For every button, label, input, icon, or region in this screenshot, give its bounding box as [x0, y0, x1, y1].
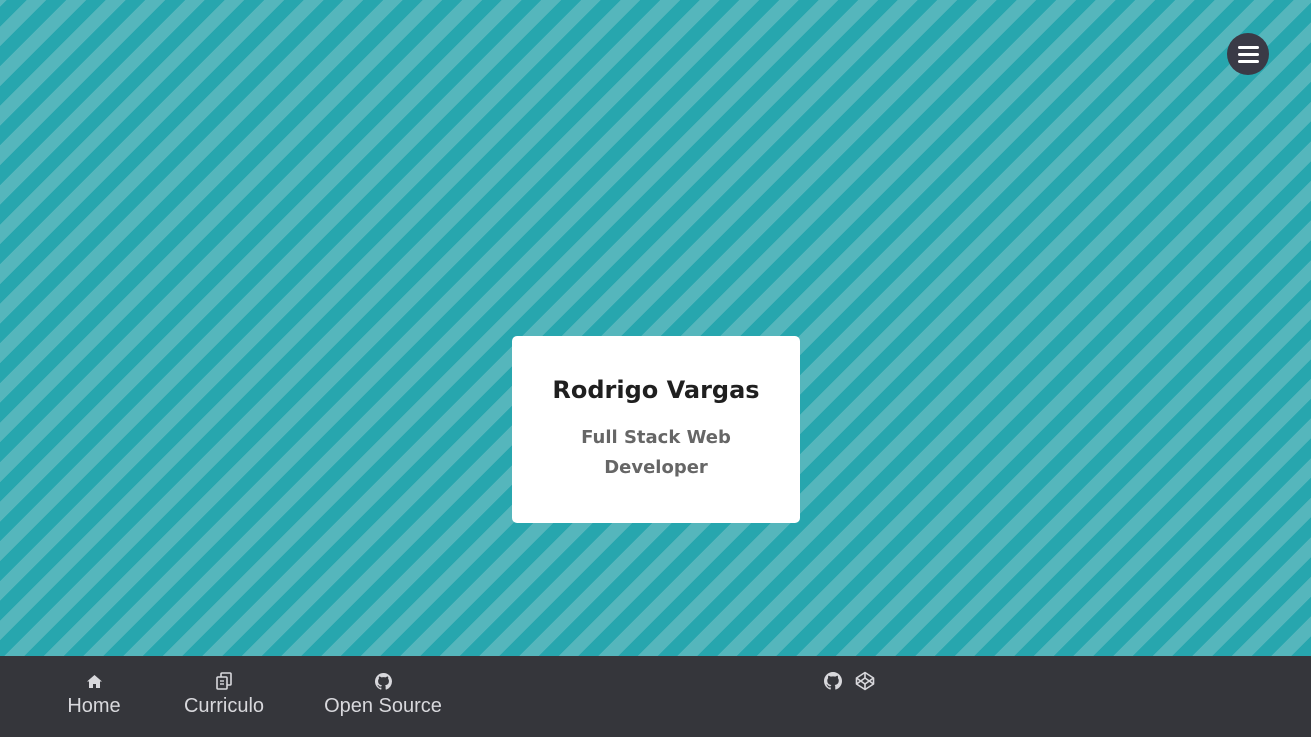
- profile-name: Rodrigo Vargas: [552, 376, 760, 404]
- profile-role: Full Stack Web Developer: [581, 427, 731, 478]
- nav-item-open-source[interactable]: Open Source: [322, 672, 444, 718]
- home-icon: [85, 672, 103, 690]
- hamburger-icon-bar: [1237, 45, 1259, 49]
- nav-item-label: Curriculo: [183, 695, 265, 717]
- menu-toggle-button[interactable]: [1227, 33, 1269, 75]
- profile-card: Rodrigo Vargas Full Stack Web Developer: [512, 336, 800, 523]
- codepen-icon: [855, 671, 875, 695]
- codepen-link[interactable]: [855, 671, 875, 695]
- hamburger-icon-bar: [1237, 59, 1259, 63]
- social-links: [823, 671, 875, 695]
- striped-hero-background: Rodrigo Vargas Full Stack Web Developer: [0, 0, 1311, 656]
- github-icon: [824, 672, 842, 694]
- footer-bar: Home Curriculo Open Source: [0, 656, 1311, 737]
- nav-item-label: Home: [67, 695, 121, 717]
- nav-item-home[interactable]: Home: [62, 672, 126, 718]
- documents-icon: [215, 672, 233, 690]
- nav-item-curriculo[interactable]: Curriculo: [180, 672, 268, 718]
- hamburger-icon-bar: [1237, 52, 1259, 56]
- github-link[interactable]: [823, 672, 843, 694]
- github-icon: [374, 672, 392, 690]
- nav-item-label: Open Source: [324, 695, 442, 717]
